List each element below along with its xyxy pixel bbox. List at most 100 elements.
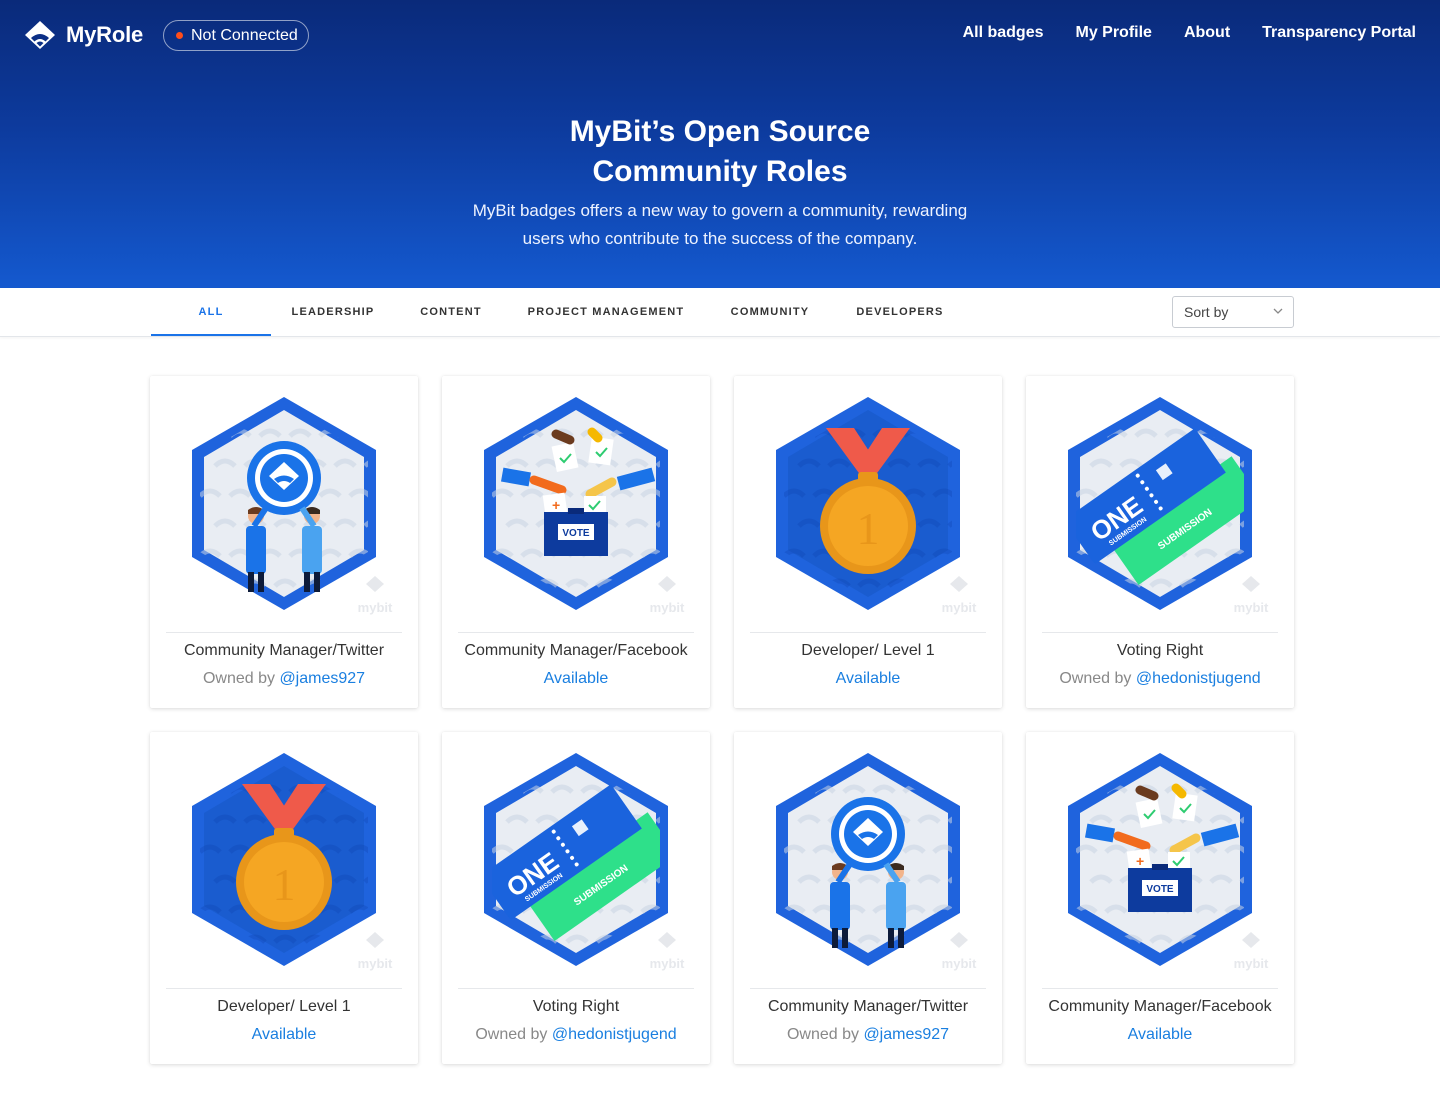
mybit-watermark: mybit (358, 932, 393, 971)
myrole-logo-icon (25, 21, 55, 49)
owner-link[interactable]: @hedonistjugend (552, 1026, 677, 1043)
badge-status[interactable]: Available (442, 670, 710, 688)
main-nav: All badges My Profile About Transparency… (963, 24, 1416, 42)
tab-all[interactable]: ALL (151, 288, 271, 336)
badge-status[interactable]: Available (1026, 1026, 1294, 1044)
medal-art: 1 mybit (192, 753, 393, 971)
svg-text:VOTE: VOTE (562, 528, 590, 539)
badge-card[interactable]: + VOTE mybit Community Manager/Facebook … (1026, 732, 1294, 1064)
card-divider (166, 632, 402, 633)
page-subtitle: MyBit badges offers a new way to govern … (445, 197, 995, 253)
vote-art: + VOTE mybit (1068, 753, 1269, 971)
mybit-watermark: mybit (650, 576, 685, 615)
sort-by-select[interactable]: Sort by (1172, 296, 1294, 328)
page-title-line-2: Community Roles (592, 155, 848, 188)
badge-title: Community Manager/Facebook (1048, 998, 1272, 1015)
page-title-line-1: MyBit’s Open Source (569, 115, 871, 148)
nav-transparency-portal[interactable]: Transparency Portal (1262, 24, 1416, 42)
badge-owner: Owned by @hedonistjugend (442, 1026, 710, 1044)
badge-title: Community Manager/Twitter (767, 998, 969, 1015)
status-dot-icon (176, 32, 183, 39)
badge-owner: Owned by @hedonistjugend (1026, 670, 1294, 688)
tab-community[interactable]: COMMUNITY (722, 288, 818, 336)
badge-title: Voting Right (532, 998, 620, 1015)
card-divider (1042, 988, 1278, 989)
mybit-watermark: mybit (1234, 576, 1269, 615)
tab-developers[interactable]: DEVELOPERS (850, 288, 950, 336)
community-manager-art: mybit (776, 753, 977, 971)
svg-text:mybit: mybit (358, 600, 393, 615)
owned-by-label: Owned by (475, 1026, 548, 1043)
card-divider (458, 988, 694, 989)
app-name: MyRole (66, 22, 144, 47)
owner-link[interactable]: @james927 (863, 1026, 949, 1043)
badge-card[interactable]: SUBMISSION ONE SUBMISSION mybit Voting R… (442, 732, 710, 1064)
owner-link[interactable]: @james927 (279, 670, 365, 687)
svg-text:+: + (552, 497, 560, 513)
mybit-watermark: mybit (358, 576, 393, 615)
badge-card[interactable]: mybit Community Manager/Twitter Owned by… (734, 732, 1002, 1064)
svg-text:mybit: mybit (942, 600, 977, 615)
nav-all-badges[interactable]: All badges (963, 24, 1044, 42)
badge-card[interactable]: 1 mybit Developer/ Level 1 Available (734, 376, 1002, 708)
svg-text:1: 1 (857, 503, 880, 554)
badge-status[interactable]: Available (734, 670, 1002, 688)
badge-status[interactable]: Available (150, 1026, 418, 1044)
owned-by-label: Owned by (1059, 670, 1132, 687)
badge-title: Developer/ Level 1 (801, 642, 935, 659)
medal-art: 1 mybit (776, 397, 977, 615)
ticket-art: SUBMISSION ONE SUBMISSION mybit (1068, 397, 1269, 615)
active-tab-indicator (151, 334, 271, 336)
card-divider (750, 632, 986, 633)
svg-text:+: + (1136, 853, 1144, 869)
nav-my-profile[interactable]: My Profile (1075, 24, 1151, 42)
badge-owner: Owned by @james927 (734, 1026, 1002, 1044)
badge-card[interactable]: 1 mybit Developer/ Level 1 Available (150, 732, 418, 1064)
owner-link[interactable]: @hedonistjugend (1136, 670, 1261, 687)
badge-owner: Owned by @james927 (150, 670, 418, 688)
badge-title: Voting Right (1116, 642, 1204, 659)
vote-art: + VOTE mybit (484, 397, 685, 615)
badge-card[interactable]: mybit Community Manager/Twitter Owned by… (150, 376, 418, 708)
owned-by-label: Owned by (786, 1026, 859, 1043)
svg-text:1: 1 (273, 859, 296, 910)
tab-project-management[interactable]: PROJECT MANAGEMENT (522, 288, 690, 336)
page-title: MyBit’s Open Source Community Roles (0, 112, 1440, 192)
sort-by-label: Sort by (1184, 304, 1229, 320)
card-divider (166, 988, 402, 989)
ticket-art: SUBMISSION ONE SUBMISSION mybit (484, 753, 685, 971)
badge-title: Community Manager/Twitter (183, 642, 385, 659)
category-tab-bar: ALL LEADERSHIP CONTENT PROJECT MANAGEMEN… (0, 288, 1440, 337)
community-manager-art: mybit (192, 397, 393, 615)
svg-text:mybit: mybit (1234, 956, 1269, 971)
svg-text:mybit: mybit (942, 956, 977, 971)
badge-card[interactable]: SUBMISSION ONE SUBMISSION mybit Voting R… (1026, 376, 1294, 708)
badge-title: Community Manager/Facebook (464, 642, 688, 659)
svg-text:mybit: mybit (358, 956, 393, 971)
mybit-watermark: mybit (942, 576, 977, 615)
badge-card[interactable]: + VOTE mybit Community Manager/Facebook … (442, 376, 710, 708)
svg-text:mybit: mybit (650, 600, 685, 615)
mybit-watermark: mybit (1234, 932, 1269, 971)
tab-leadership[interactable]: LEADERSHIP (283, 288, 383, 336)
svg-text:VOTE: VOTE (1146, 884, 1174, 895)
connection-status-label: Not Connected (191, 26, 298, 44)
mybit-watermark: mybit (942, 932, 977, 971)
chevron-down-icon (1273, 308, 1283, 314)
owned-by-label: Owned by (202, 670, 275, 687)
tab-content[interactable]: CONTENT (410, 288, 492, 336)
logo[interactable]: MyRole (24, 20, 143, 50)
card-divider (458, 632, 694, 633)
svg-text:mybit: mybit (1234, 600, 1269, 615)
nav-about[interactable]: About (1184, 24, 1230, 42)
svg-text:mybit: mybit (650, 956, 685, 971)
card-divider (1042, 632, 1278, 633)
card-divider (750, 988, 986, 989)
hero-header: MyRole Not Connected All badges My Profi… (0, 0, 1440, 288)
badge-title: Developer/ Level 1 (217, 998, 351, 1015)
connection-status-badge[interactable]: Not Connected (163, 20, 309, 51)
top-nav-bar: MyRole Not Connected All badges My Profi… (0, 0, 1440, 70)
page-subtitle-line-2: users who contribute to the success of t… (522, 229, 918, 248)
page-subtitle-line-1: MyBit badges offers a new way to govern … (472, 201, 968, 220)
mybit-watermark: mybit (650, 932, 685, 971)
